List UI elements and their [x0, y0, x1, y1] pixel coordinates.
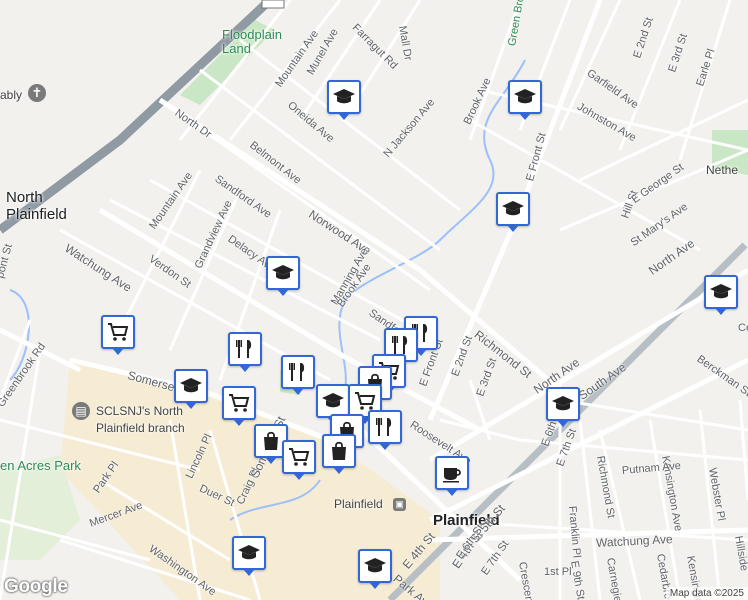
- restaurant-icon: [376, 418, 392, 436]
- restaurant-pin[interactable]: [228, 332, 262, 372]
- cafe-pin[interactable]: [435, 456, 469, 496]
- graduation-cap-icon: [180, 378, 202, 393]
- shopping-bag-pin[interactable]: [322, 434, 356, 474]
- shopping-cart-icon: [108, 323, 129, 341]
- restaurant-icon: [289, 363, 305, 381]
- shopping-cart-icon: [289, 448, 310, 466]
- street-label: 1st Pl: [544, 566, 572, 578]
- shopping-cart-icon: [229, 394, 250, 412]
- graduation-cap-icon: [322, 393, 344, 408]
- train-station-icon[interactable]: ▣: [393, 498, 406, 511]
- shopping-cart-pin[interactable]: [282, 440, 316, 480]
- shopping-bag-icon: [332, 441, 346, 460]
- graduation-cap-icon: [514, 89, 536, 104]
- graduation-cap-icon: [272, 265, 294, 280]
- place-plainfield-station[interactable]: Plainfield: [334, 496, 383, 513]
- church-icon[interactable]: ✝: [28, 84, 46, 102]
- shopping-bag-icon: [264, 431, 278, 450]
- school-pin[interactable]: [704, 275, 738, 315]
- street-label: Cent: [738, 322, 748, 334]
- library-icon[interactable]: ▤: [72, 402, 90, 420]
- place-church[interactable]: ably: [0, 87, 22, 104]
- place-floodplain-land: Floodplain Land: [222, 27, 282, 56]
- school-pin[interactable]: [508, 80, 542, 120]
- school-pin[interactable]: [266, 256, 300, 296]
- school-pin[interactable]: [327, 80, 361, 120]
- graduation-cap-icon: [552, 396, 574, 411]
- place-library[interactable]: SCLSNJ's North Plainfield branch: [96, 403, 185, 437]
- graduation-cap-icon: [364, 558, 386, 573]
- place-acres-park[interactable]: en Acres Park: [0, 459, 81, 473]
- school-pin[interactable]: [174, 369, 208, 409]
- restaurant-pin[interactable]: [281, 355, 315, 395]
- graduation-cap-icon: [710, 284, 732, 299]
- map-credit[interactable]: Map data ©2025: [665, 587, 748, 600]
- coffee-cup-icon: [443, 468, 461, 483]
- school-pin[interactable]: [316, 384, 350, 424]
- school-pin[interactable]: [496, 192, 530, 232]
- map-canvas[interactable]: North Plainfield Plainfield Floodplain L…: [0, 0, 748, 600]
- school-pin[interactable]: [546, 387, 580, 427]
- restaurant-icon: [236, 340, 252, 358]
- school-pin[interactable]: [358, 549, 392, 589]
- place-north-plainfield: North Plainfield: [6, 189, 67, 223]
- graduation-cap-icon: [502, 201, 524, 216]
- place-nether: Nethe: [706, 163, 739, 177]
- graduation-cap-icon: [238, 545, 260, 560]
- shopping-cart-pin[interactable]: [222, 386, 256, 426]
- google-logo: Google: [4, 576, 68, 597]
- graduation-cap-icon: [333, 89, 355, 104]
- school-pin[interactable]: [232, 536, 266, 576]
- shopping-cart-pin[interactable]: [101, 315, 135, 355]
- restaurant-pin[interactable]: [368, 410, 402, 450]
